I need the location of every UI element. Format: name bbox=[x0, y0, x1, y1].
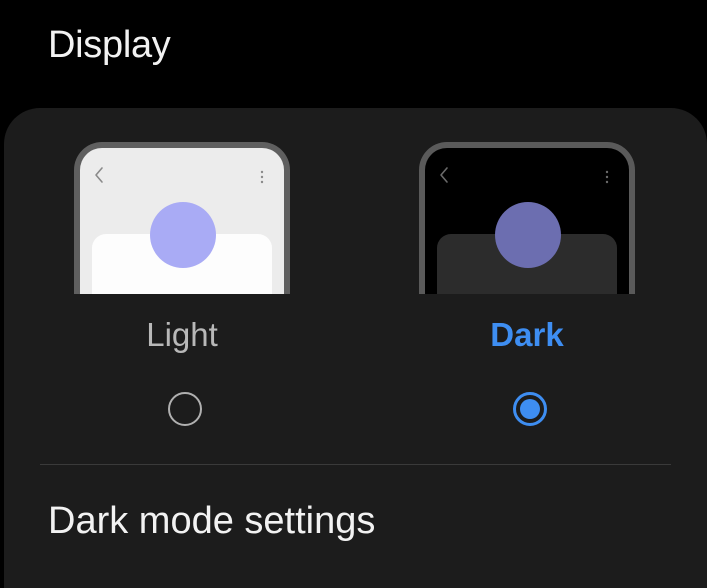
radio-selected-dot bbox=[520, 399, 540, 419]
preview-screen bbox=[80, 148, 284, 294]
radio-light[interactable] bbox=[168, 392, 202, 426]
theme-card: Light Dark Dark mode settings bbox=[4, 108, 707, 588]
more-options-icon bbox=[260, 170, 264, 184]
back-arrow-icon bbox=[440, 167, 448, 183]
light-mode-preview-icon[interactable] bbox=[74, 142, 290, 294]
dark-mode-settings-row[interactable]: Dark mode settings bbox=[4, 480, 707, 570]
preview-screen bbox=[425, 148, 629, 294]
page-title: Display bbox=[48, 24, 171, 66]
theme-option-dark[interactable]: Dark bbox=[419, 142, 639, 426]
preview-avatar-circle bbox=[495, 202, 561, 268]
radio-dark[interactable] bbox=[513, 392, 547, 426]
divider bbox=[40, 464, 671, 465]
dark-mode-preview-icon[interactable] bbox=[419, 142, 635, 294]
back-arrow-icon bbox=[95, 167, 103, 183]
preview-avatar-circle bbox=[150, 202, 216, 268]
theme-option-light[interactable]: Light bbox=[74, 142, 294, 426]
theme-option-label-dark[interactable]: Dark bbox=[419, 316, 635, 354]
theme-option-label-light[interactable]: Light bbox=[74, 316, 290, 354]
dark-mode-settings-label: Dark mode settings bbox=[48, 500, 376, 542]
more-options-icon bbox=[605, 170, 609, 184]
